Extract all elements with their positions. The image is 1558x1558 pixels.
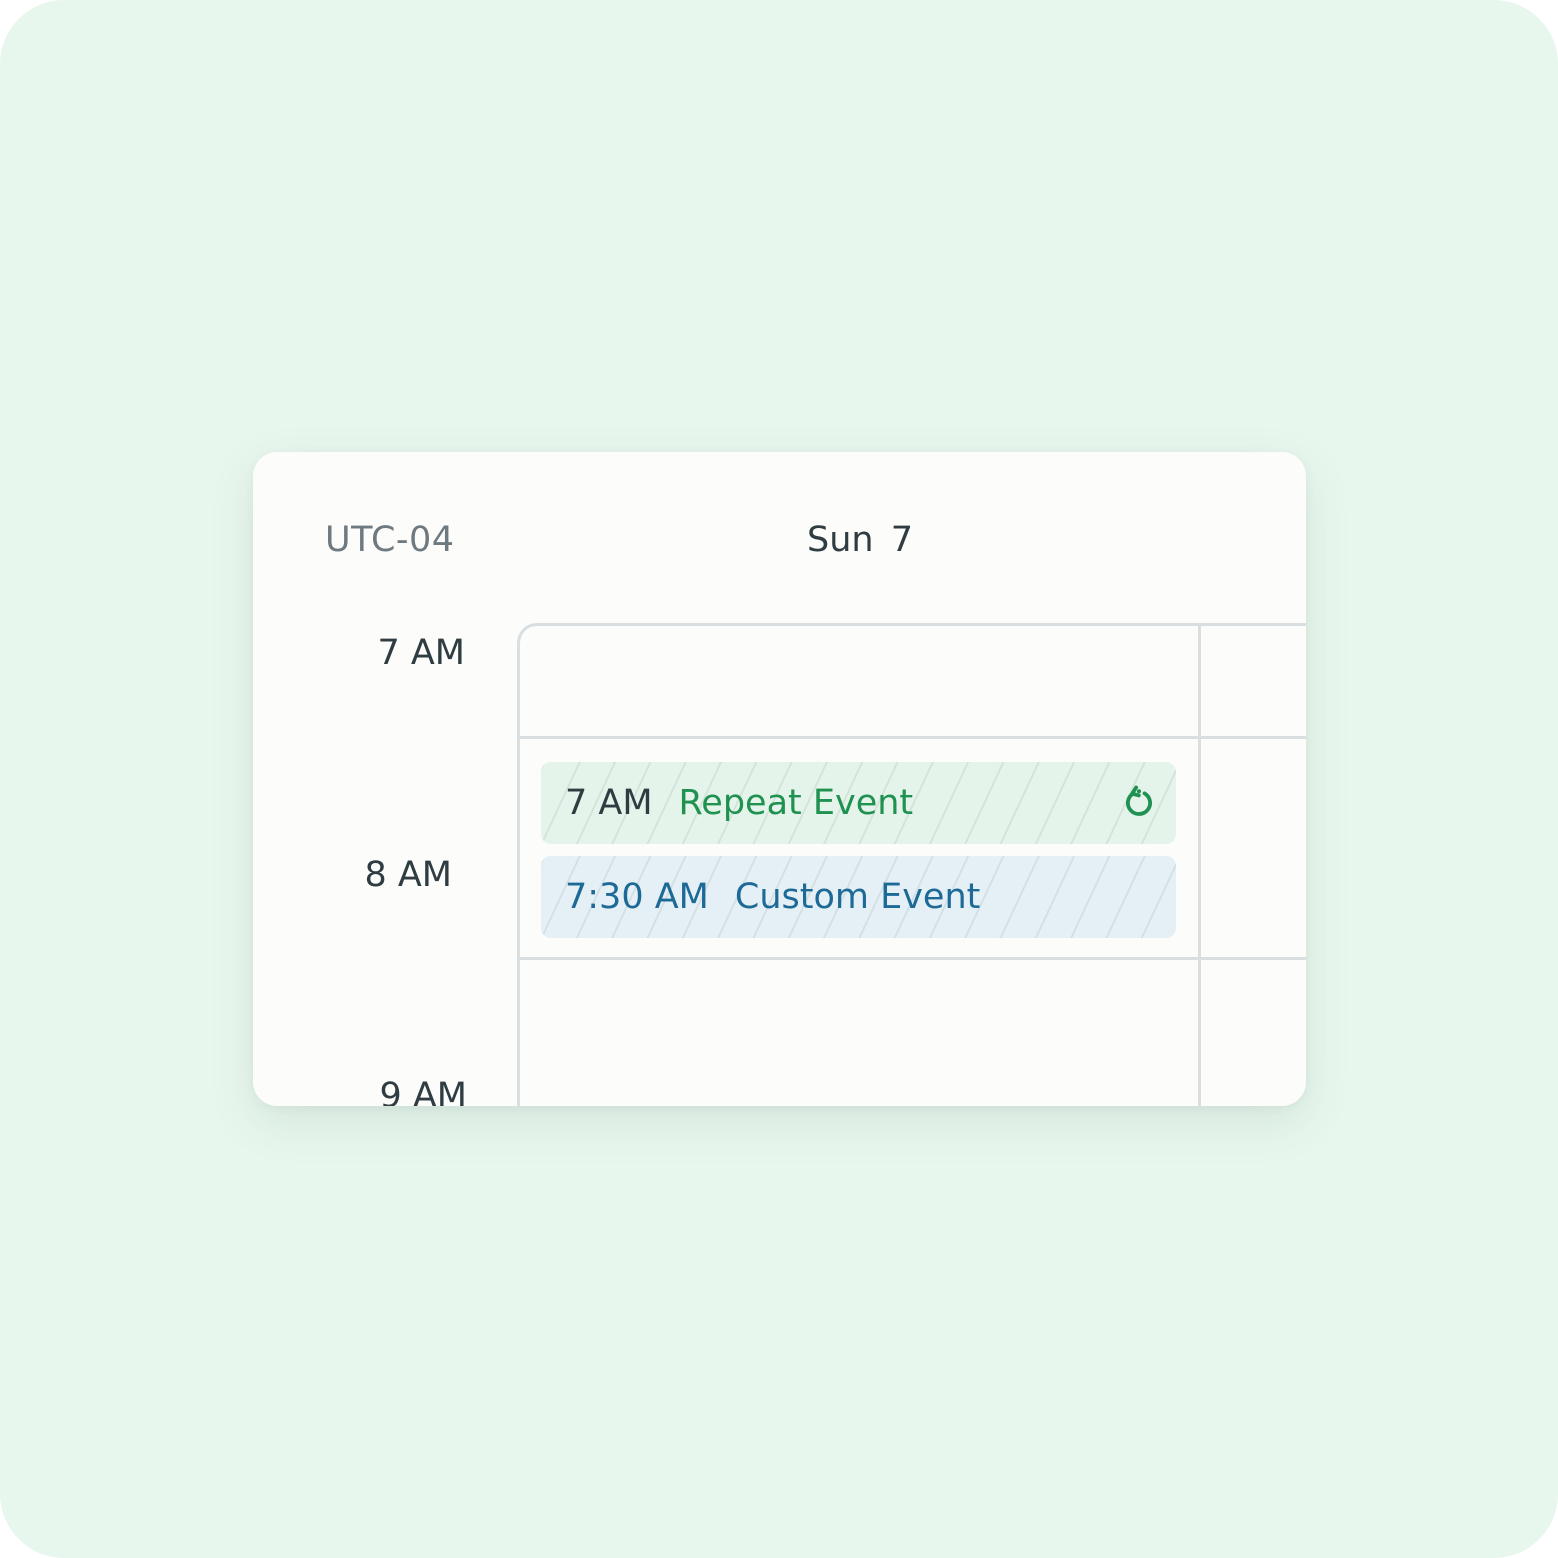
day-header[interactable]: Sun 7	[807, 520, 913, 560]
column-divider	[1198, 623, 1201, 1106]
hour-divider	[517, 736, 1306, 739]
timezone-label: UTC-04	[325, 520, 455, 560]
event-custom[interactable]: 7:30 AM Custom Event	[541, 856, 1176, 938]
event-time: 7 AM	[565, 783, 653, 823]
event-title: Custom Event	[734, 877, 981, 917]
hour-label-8am: 8 AM	[364, 855, 452, 895]
event-time: 7:30 AM	[565, 877, 709, 917]
hour-label-7am: 7 AM	[377, 633, 465, 673]
hour-label-9am: 9 AM	[379, 1076, 467, 1106]
event-title: Repeat Event	[678, 783, 914, 823]
repeat-icon	[1126, 785, 1152, 816]
hour-divider	[517, 957, 1306, 960]
event-repeat[interactable]: 7 AM Repeat Event	[541, 762, 1176, 844]
calendar-day-view: UTC-04 Sun 7 7 AM 8 AM 9 AM 7 AM Repeat …	[253, 452, 1306, 1106]
